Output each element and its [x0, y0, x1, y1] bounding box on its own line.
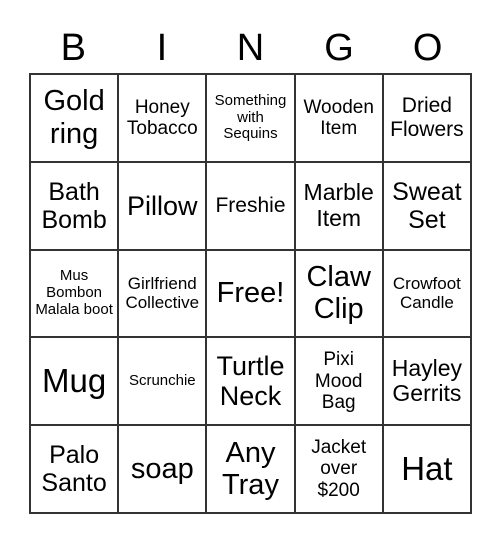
bingo-cell[interactable]: Wooden Item: [294, 74, 383, 162]
bingo-cell[interactable]: Honey Tobacco: [118, 74, 207, 162]
header-letter-b: B: [60, 27, 86, 69]
bingo-cell[interactable]: Hat: [382, 425, 471, 513]
header-letter-n: N: [236, 27, 265, 69]
bingo-cell[interactable]: Jacket over $200: [294, 425, 383, 513]
bingo-cell[interactable]: Claw Clip: [294, 249, 383, 338]
bingo-cell[interactable]: Girlfriend Collective: [118, 249, 207, 338]
bingo-cell[interactable]: Mug: [30, 337, 119, 426]
bingo-cell[interactable]: soap: [118, 425, 207, 513]
bingo-cell[interactable]: Something with Sequins: [206, 74, 295, 162]
bingo-cell[interactable]: Bath Bomb: [30, 161, 119, 250]
bingo-cell[interactable]: Sweat Set: [382, 161, 471, 250]
header-letter-o: O: [412, 27, 443, 69]
free-space-cell[interactable]: Free!: [206, 249, 295, 338]
bingo-cell[interactable]: Any Tray: [206, 425, 295, 513]
bingo-header: B I N G O: [29, 26, 472, 70]
bingo-cell[interactable]: Hayley Gerrits: [382, 337, 471, 426]
header-letter-i: I: [156, 27, 168, 69]
bingo-cell[interactable]: Freshie: [206, 161, 295, 250]
bingo-cell[interactable]: Mus Bombon Malala boot: [30, 249, 119, 338]
bingo-cell[interactable]: Pillow: [118, 161, 207, 250]
bingo-cell[interactable]: Crowfoot Candle: [382, 249, 471, 338]
bingo-cell[interactable]: Marble Item: [294, 161, 383, 250]
header-letter-g: G: [324, 27, 354, 69]
bingo-cell[interactable]: Gold ring: [30, 74, 119, 162]
bingo-cell[interactable]: Scrunchie: [118, 337, 207, 426]
bingo-grid: Gold ring Honey Tobacco Something with S…: [29, 73, 472, 514]
bingo-cell[interactable]: Palo Santo: [30, 425, 119, 513]
bingo-cell[interactable]: Turtle Neck: [206, 337, 295, 426]
bingo-cell[interactable]: Dried Flowers: [382, 74, 471, 162]
bingo-cell[interactable]: Pixi Mood Bag: [294, 337, 383, 426]
